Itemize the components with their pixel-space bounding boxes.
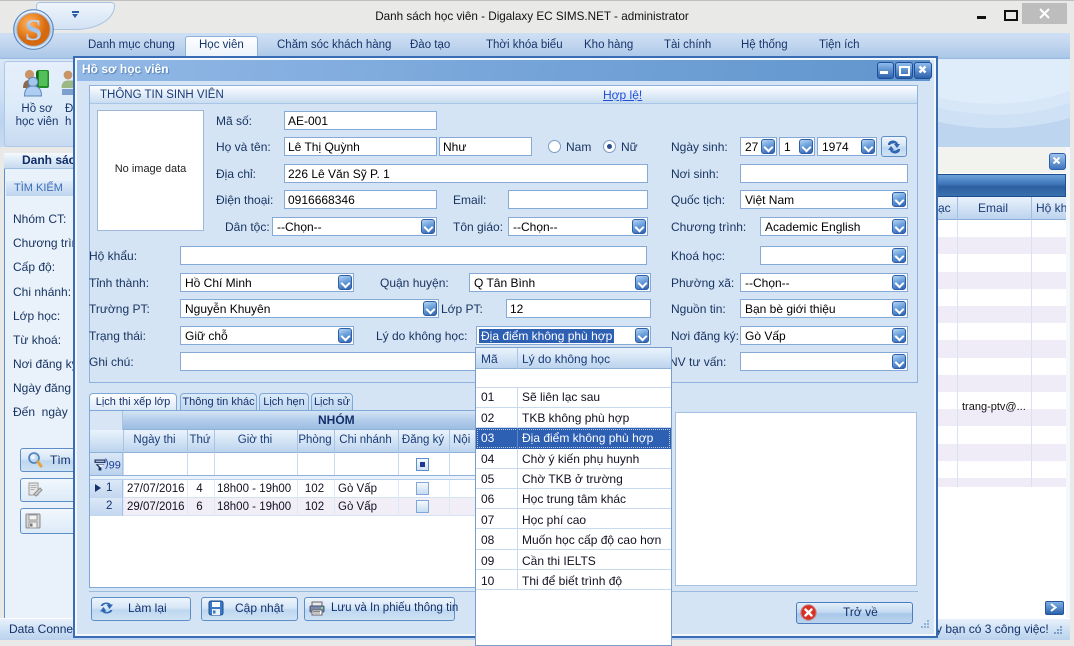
svg-text:S: S xyxy=(25,12,42,47)
